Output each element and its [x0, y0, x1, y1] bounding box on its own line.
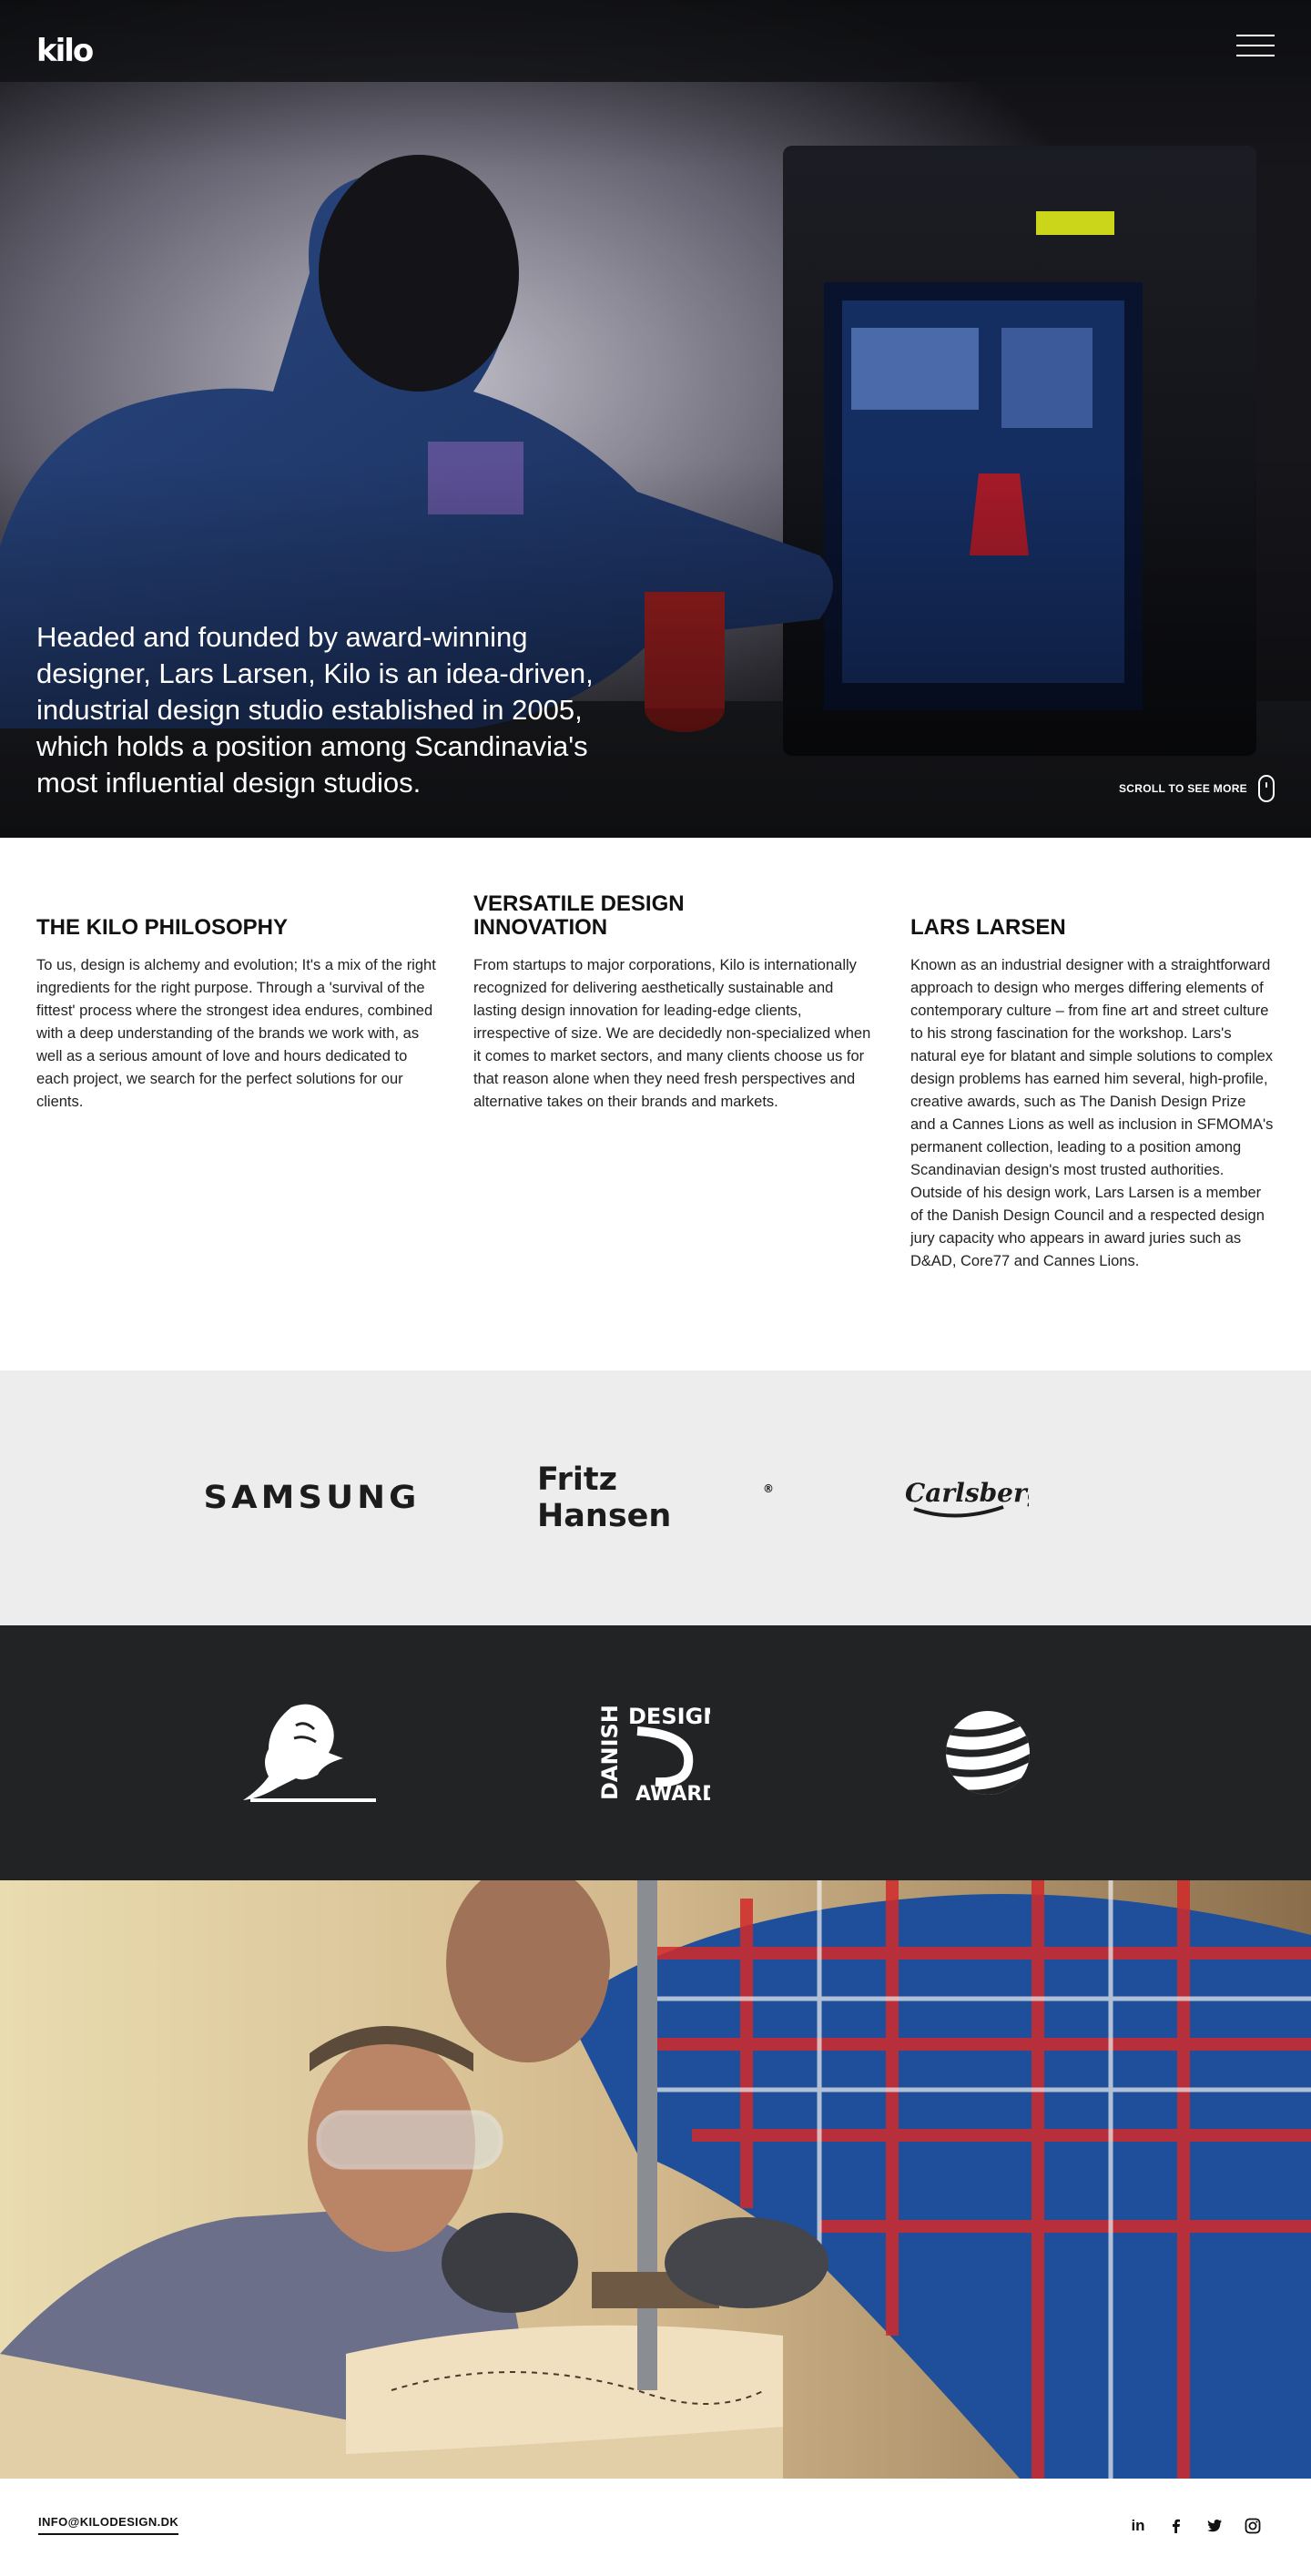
fritz-hansen-logo: Fritz Hansen ® [537, 1370, 774, 1625]
hero-section: kilo Headed and founded by award-winning… [0, 0, 1311, 838]
social-links: in [1129, 2517, 1262, 2535]
workshop-photo [0, 1880, 1311, 2479]
scroll-hint[interactable]: SCROLL TO SEE MORE [1119, 775, 1275, 802]
linkedin-icon[interactable]: in [1129, 2517, 1147, 2535]
svg-text:AWARD: AWARD [635, 1783, 710, 1806]
carlsberg-logo: Carlsberg [901, 1370, 1029, 1625]
hero-intro-text: Headed and founded by award-winning desi… [36, 621, 594, 799]
column-philosophy: THE KILO PHILOSOPHY To us, design is alc… [36, 892, 437, 1114]
about-section: THE KILO PHILOSOPHY To us, design is alc… [0, 838, 1311, 1370]
footer: INFO@KILODESIGN.DK in [0, 2479, 1311, 2576]
danish-design-award-graphic: DESIGN DANISH AWARD [601, 1704, 710, 1806]
svg-text:DESIGN: DESIGN [628, 1704, 710, 1729]
lion-icon [243, 1704, 376, 1802]
column-title: VERSATILE DESIGN INNOVATION [473, 891, 685, 940]
column-body: From startups to major corporations, Kil… [473, 957, 871, 1110]
mouse-scroll-icon [1257, 775, 1275, 802]
column-body: Known as an industrial designer with a s… [910, 957, 1274, 1269]
scroll-label: SCROLL TO SEE MORE [1119, 782, 1247, 795]
workshop-scene [0, 1880, 1311, 2479]
twitter-icon[interactable] [1205, 2517, 1224, 2535]
clients-section: SAMSUNG Fritz Hansen ® Carlsberg [0, 1370, 1311, 1625]
samsung-logo: SAMSUNG [203, 1480, 421, 1516]
svg-text:DANISH: DANISH [601, 1705, 623, 1800]
column-title: LARS LARSEN [910, 915, 1066, 940]
striped-globe-logo [938, 1625, 1038, 1880]
danish-design-award-logo: DESIGN DANISH AWARD [596, 1625, 715, 1880]
column-innovation: VERSATILE DESIGN INNOVATION From startup… [473, 892, 874, 1114]
cannes-lions-logo [237, 1625, 382, 1880]
awards-section: DESIGN DANISH AWARD [0, 1625, 1311, 1880]
globe-icon [946, 1711, 1030, 1795]
fritz-hansen-wordmark: Fritz Hansen [537, 1461, 672, 1534]
hamburger-icon[interactable] [1236, 35, 1275, 58]
carlsberg-logo-graphic: Carlsberg [905, 1478, 1029, 1518]
column-title: THE KILO PHILOSOPHY [36, 915, 289, 940]
instagram-icon[interactable] [1244, 2517, 1262, 2535]
registered-mark: ® [763, 1482, 774, 1495]
footer-email-link[interactable]: INFO@KILODESIGN.DK [38, 2515, 179, 2535]
kilo-logo[interactable]: kilo [36, 33, 94, 69]
facebook-icon[interactable] [1167, 2517, 1185, 2535]
column-lars-larsen: LARS LARSEN Known as an industrial desig… [910, 892, 1275, 1273]
carlsberg-wordmark: Carlsberg [905, 1478, 1029, 1508]
column-body: To us, design is alchemy and evolution; … [36, 957, 436, 1110]
